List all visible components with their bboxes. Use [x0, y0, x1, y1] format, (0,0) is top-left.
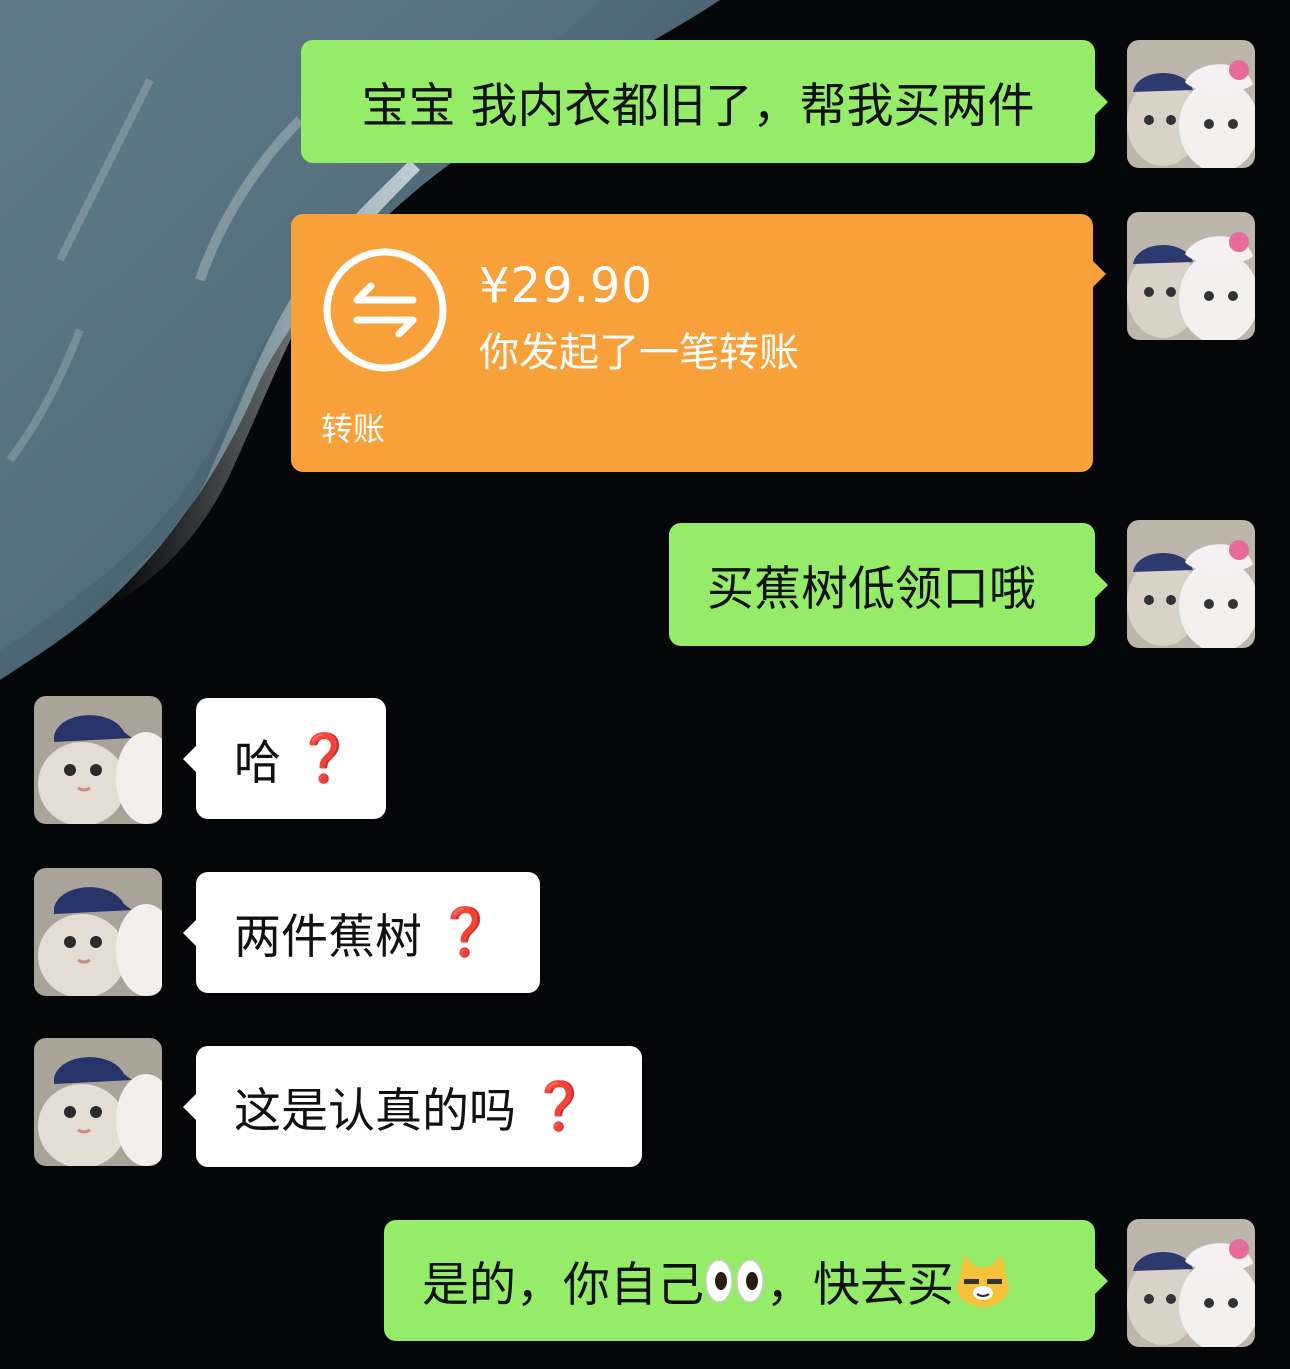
message-bubble-mine[interactable]: 买蕉树低领口哦	[669, 523, 1108, 646]
message-text: 两件蕉树	[234, 910, 422, 965]
my-avatar[interactable]	[1127, 40, 1255, 168]
message-text-part-2: ，快去买	[766, 1258, 954, 1313]
my-avatar[interactable]	[1127, 520, 1255, 648]
transfer-arrows-icon	[323, 248, 447, 372]
message-bubble-contact[interactable]: 这是认真的吗 ❓	[183, 1046, 642, 1167]
smirking-cat-emoji-icon	[957, 1254, 1009, 1307]
contact-avatar[interactable]	[34, 696, 162, 824]
transfer-description: 你发起了一笔转账	[479, 330, 799, 376]
message-bubble-mine[interactable]: 宝宝 我内衣都旧了，帮我买两件	[301, 40, 1108, 163]
transfer-amount: ¥29.90	[479, 258, 653, 314]
contact-avatar[interactable]	[34, 1038, 162, 1166]
message-text: 这是认真的吗	[234, 1084, 516, 1139]
my-avatar[interactable]	[1127, 212, 1255, 340]
my-avatar[interactable]	[1127, 1219, 1255, 1347]
question-mark-emoji: ❓	[436, 905, 495, 960]
question-mark-emoji: ❓	[530, 1079, 589, 1134]
question-mark-emoji: ❓	[295, 731, 354, 786]
message-bubble-mine[interactable]: 是的，你自己 ，快去买	[384, 1220, 1108, 1341]
contact-avatar[interactable]	[34, 868, 162, 996]
chat-background	[0, 0, 1290, 1369]
eyes-emoji-icon	[705, 1258, 764, 1303]
message-text: 宝宝 我内衣都旧了，帮我买两件	[361, 79, 1035, 134]
message-text: 买蕉树低领口哦	[707, 562, 1036, 617]
message-text: 哈	[234, 736, 281, 791]
message-text-part-1: 是的，你自己	[422, 1258, 704, 1313]
transfer-label: 转账	[321, 410, 386, 448]
message-bubble-contact[interactable]: 哈 ❓	[183, 698, 386, 819]
transfer-card[interactable]: ¥29.90 你发起了一笔转账 转账	[291, 214, 1106, 472]
message-bubble-contact[interactable]: 两件蕉树 ❓	[183, 872, 540, 993]
